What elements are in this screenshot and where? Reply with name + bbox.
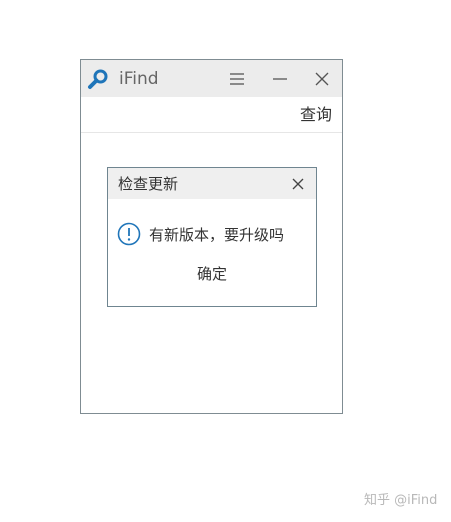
search-icon (88, 69, 108, 89)
close-icon (315, 72, 329, 85)
minimize-icon (273, 77, 287, 80)
watermark: 知乎 @iFind (364, 493, 438, 508)
toolbar: 查询 (81, 97, 342, 133)
confirm-button[interactable]: 确定 (178, 261, 246, 287)
hamburger-menu-icon (230, 72, 244, 85)
dialog-message: 有新版本，要升级吗 (149, 226, 285, 244)
minimize-button[interactable] (262, 60, 298, 97)
dialog-close-button[interactable] (288, 174, 308, 194)
close-icon (292, 178, 304, 190)
page: iFind 查询 检查更新 有新版本，要升级吗 确定 知乎 @iFind (0, 0, 451, 522)
dialog-title: 检查更新 (118, 175, 179, 193)
window-close-button[interactable] (304, 60, 340, 97)
window-titlebar[interactable]: iFind (81, 60, 342, 97)
query-button[interactable]: 查询 (300, 105, 332, 125)
ifind-window: iFind 查询 检查更新 有新版本，要升级吗 确定 (80, 59, 343, 414)
info-icon (117, 222, 141, 246)
app-title: iFind (119, 69, 159, 89)
update-check-dialog: 检查更新 有新版本，要升级吗 确定 (107, 167, 317, 307)
dialog-titlebar[interactable]: 检查更新 (108, 168, 316, 199)
menu-button[interactable] (219, 60, 255, 97)
